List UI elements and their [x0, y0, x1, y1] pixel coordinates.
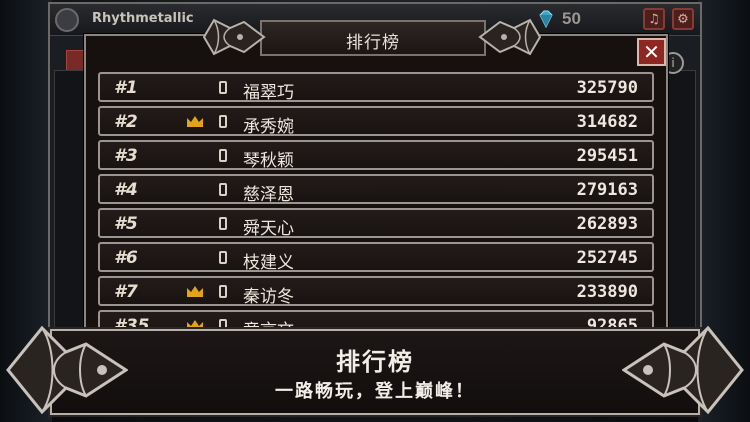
player-name: 承秀婉 [243, 117, 294, 137]
leaderboard-row[interactable]: #35竟言文92865 [98, 310, 654, 328]
rank-label: #1 [114, 78, 138, 98]
player-score: 325790 [576, 78, 638, 98]
header-ornament-right-icon [478, 18, 542, 56]
phone-icon [219, 319, 227, 328]
leaderboard-row[interactable]: #7 秦访冬 233890 [98, 276, 654, 307]
gear-icon: ⚙ [677, 11, 689, 27]
avatar-icon[interactable] [55, 8, 79, 32]
crown-icon [187, 116, 203, 127]
left-side-panel [54, 70, 86, 328]
crown-icon [187, 320, 203, 328]
player-name: 竟言文 [243, 316, 294, 328]
phone-icon [219, 81, 227, 94]
rank-label: #5 [114, 214, 138, 234]
player-name: 舜天心 [243, 219, 294, 239]
player-score: 252745 [576, 248, 638, 268]
rank-label: #2 [114, 112, 138, 132]
gem-count: 50 [562, 9, 581, 28]
leaderboard-row[interactable]: #1 福翠巧 325790 [98, 72, 654, 103]
right-side-panel [664, 70, 696, 328]
rank-label: #6 [114, 248, 138, 268]
rank-label: #3 [114, 146, 138, 166]
settings-button[interactable]: ⚙ [672, 8, 694, 30]
player-score: 262893 [576, 214, 638, 234]
player-name: 枝建义 [243, 253, 294, 273]
player-score: 233890 [576, 282, 638, 302]
leaderboard-row[interactable]: #6 枝建义 252745 [98, 242, 654, 273]
leaderboard-list[interactable]: #1 福翠巧 325790 #2 承秀婉 314682 #3 琴秋颖 295451 #4 慈泽恩 27… [98, 72, 654, 328]
phone-icon [219, 115, 227, 128]
player-score: 295451 [576, 146, 638, 166]
player-name: 琴秋颖 [243, 151, 294, 171]
player-name: 慈泽恩 [243, 185, 294, 205]
close-icon: ✕ [643, 40, 660, 64]
dialog-title: 排行榜 [346, 33, 400, 53]
phone-icon [219, 149, 227, 162]
phone-icon [219, 183, 227, 196]
leaderboard-row[interactable]: #3 琴秋颖 295451 [98, 140, 654, 171]
player-name: 秦访冬 [243, 287, 294, 307]
username: Rhythmetallic [92, 11, 194, 26]
banner-subtitle: 一路畅玩，登上巅峰！ [275, 381, 475, 402]
close-button[interactable]: ✕ [637, 38, 666, 66]
banner-title: 排行榜 [336, 348, 414, 376]
phone-icon [219, 251, 227, 264]
crown-icon [187, 286, 203, 297]
leaderboard-row[interactable]: #2 承秀婉 314682 [98, 106, 654, 137]
player-score: 279163 [576, 180, 638, 200]
music-button[interactable]: ♫ [643, 8, 665, 30]
rank-label: #7 [114, 282, 138, 302]
rank-label: #4 [114, 180, 138, 200]
player-name: 福翠巧 [243, 83, 294, 103]
header-ornament-left-icon [202, 18, 266, 56]
phone-icon [219, 217, 227, 230]
music-icon: ♫ [648, 11, 660, 27]
player-score: 314682 [576, 112, 638, 132]
leaderboard-row[interactable]: #5 舜天心 262893 [98, 208, 654, 239]
leaderboard-row[interactable]: #4 慈泽恩 279163 [98, 174, 654, 205]
phone-icon [219, 285, 227, 298]
